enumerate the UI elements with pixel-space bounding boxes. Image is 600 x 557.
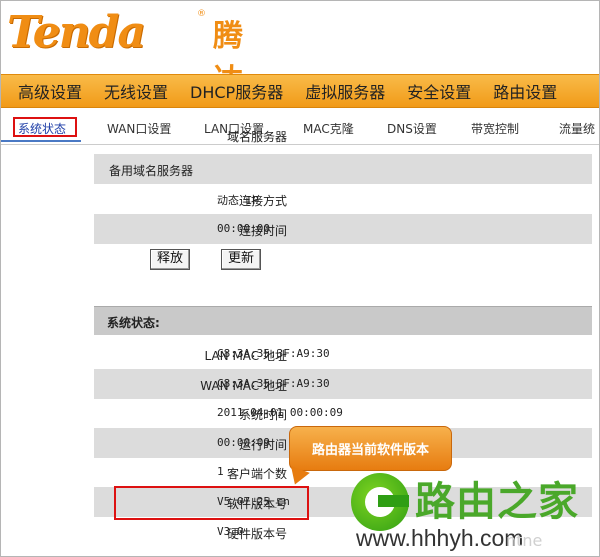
main-nav-item-virtual-server[interactable]: 虚拟服务器 xyxy=(305,79,385,103)
connection-type-value: 动态 IP xyxy=(217,194,259,207)
connection-time-row: 连接时间 00:00:00 xyxy=(94,214,592,244)
lan-mac-row: LAN MAC 地址 C8:3A:35:3F:A9:30 xyxy=(94,339,592,369)
main-nav-item-security[interactable]: 安全设置 xyxy=(407,79,471,103)
backup-dns-row: 备用域名服务器 xyxy=(94,154,592,184)
watermark-title: 路由之家 xyxy=(415,479,579,525)
active-tab-underline xyxy=(1,140,81,142)
watermark-logo-bar xyxy=(378,495,409,507)
hardware-version-value: V3.0 xyxy=(217,525,244,538)
backup-dns-label: 备用域名服务器 xyxy=(109,164,194,178)
watermark-url: www.hhhyh.com xyxy=(356,525,524,551)
main-nav-item-wireless[interactable]: 无线设置 xyxy=(104,79,168,103)
system-status-heading: 系统状态: xyxy=(94,306,592,335)
main-nav: 高级设置 无线设置 DHCP服务器 虚拟服务器 安全设置 路由设置 xyxy=(1,74,599,108)
uptime-value: 00:00:09 xyxy=(217,436,270,449)
software-version-highlight-box xyxy=(114,486,309,520)
logo-text-en: Tenda xyxy=(7,7,146,58)
main-nav-item-advanced[interactable]: 高级设置 xyxy=(18,79,82,103)
watermark-faint-text: ntne xyxy=(506,531,543,550)
connection-type-row: 连接方式 动态 IP xyxy=(94,184,592,214)
system-status-highlight-box xyxy=(13,117,77,137)
router-admin-page: Tenda ® 腾达 高级设置 无线设置 DHCP服务器 虚拟服务器 安全设置 … xyxy=(0,0,600,557)
logo-registered-mark: ® xyxy=(197,9,206,19)
client-count-value: 1 xyxy=(217,465,224,478)
watermark-logo-icon xyxy=(351,473,409,531)
wan-mac-value: C8:3A:35:3F:A9:30 xyxy=(217,377,330,390)
main-nav-item-dhcp[interactable]: DHCP服务器 xyxy=(190,79,283,103)
annotation-callout: 路由器当前软件版本 xyxy=(289,426,452,471)
connection-time-value: 00:00:00 xyxy=(217,222,270,235)
release-button[interactable]: 释放 xyxy=(150,249,191,270)
client-count-label: 客户端个数 xyxy=(226,467,287,481)
system-time-row: 系统时间 2011-04-01 00:00:09 xyxy=(94,398,592,428)
lan-mac-value: C8:3A:35:3F:A9:30 xyxy=(217,347,330,360)
cut-off-row: 域名服务器 xyxy=(94,122,592,144)
main-nav-item-routing[interactable]: 路由设置 xyxy=(493,79,557,103)
wan-mac-row: WAN MAC 地址 C8:3A:35:3F:A9:30 xyxy=(94,369,592,399)
system-time-value: 2011-04-01 00:00:09 xyxy=(217,406,343,419)
annotation-callout-text: 路由器当前软件版本 xyxy=(311,443,429,458)
renew-button[interactable]: 更新 xyxy=(221,249,262,270)
system-status-heading-text: 系统状态: xyxy=(107,316,160,330)
cut-row-label: 域名服务器 xyxy=(226,130,287,144)
